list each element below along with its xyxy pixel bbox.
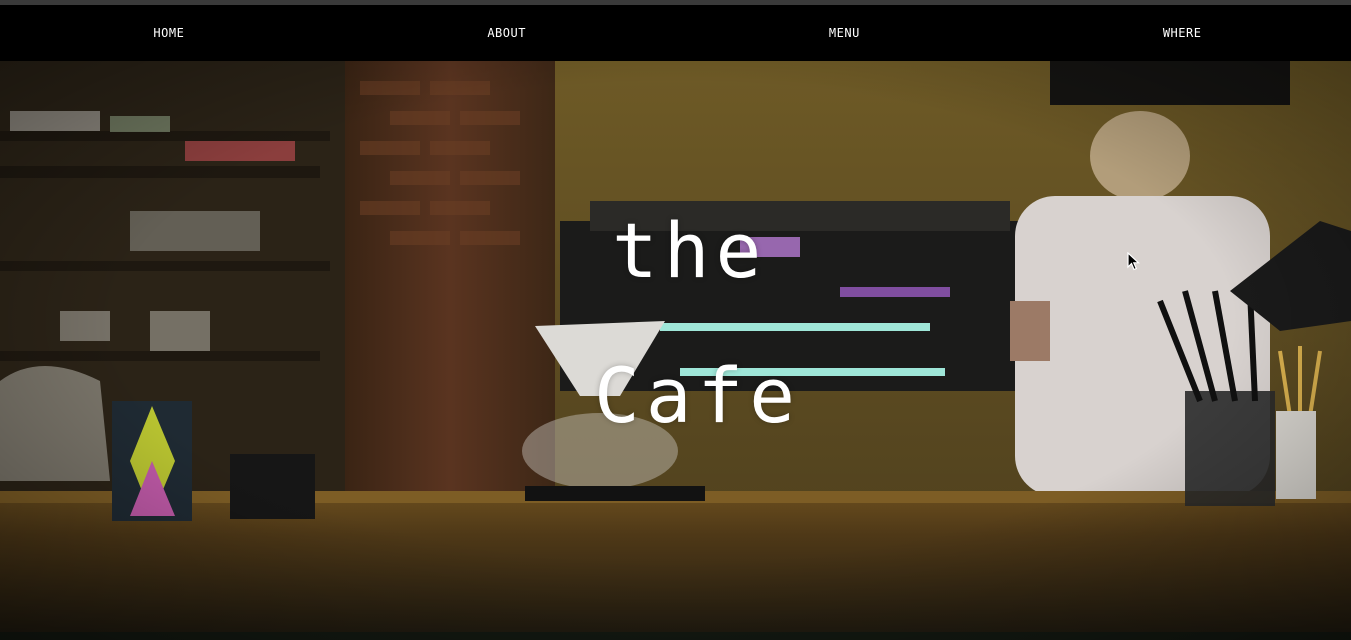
hero-background-image <box>0 61 1351 640</box>
mouse-pointer-icon <box>1127 252 1141 271</box>
top-navbar: HOME ABOUT MENU WHERE <box>0 5 1351 61</box>
nav-home-link[interactable]: HOME <box>0 26 338 40</box>
nav-menu-link[interactable]: MENU <box>676 26 1014 40</box>
nav-about-link[interactable]: ABOUT <box>338 26 676 40</box>
nav-where-link[interactable]: WHERE <box>1013 26 1351 40</box>
hero-section: the Cafe <box>0 61 1351 640</box>
